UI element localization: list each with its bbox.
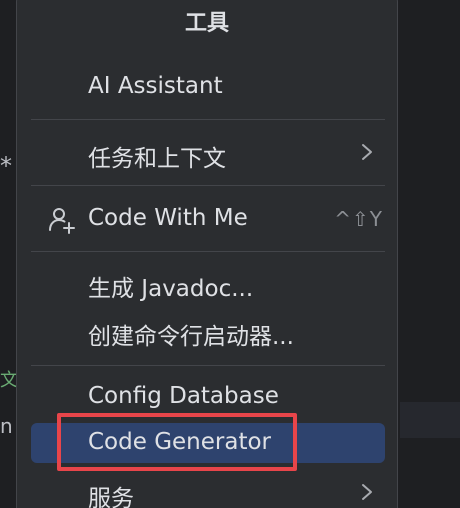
- chevron-right-icon: [362, 144, 372, 160]
- editor-right-area: [400, 0, 460, 508]
- menu-item-label: 服务: [88, 486, 134, 508]
- menu-item-config-database[interactable]: Config Database: [31, 377, 385, 417]
- menu-separator: [31, 185, 385, 186]
- person-add-icon: [49, 208, 75, 234]
- editor-current-line: [400, 402, 460, 438]
- chevron-right-icon: [362, 484, 372, 500]
- tools-popup-menu: 工具 AI Assistant 任务和上下文 Code With Me ^⇧Y: [16, 0, 398, 508]
- menu-item-create-cli-launcher[interactable]: 创建命令行启动器...: [31, 311, 385, 351]
- menu-item-ai-assistant[interactable]: AI Assistant: [31, 67, 385, 107]
- menu-item-code-with-me[interactable]: Code With Me ^⇧Y: [31, 199, 385, 239]
- menu-item-label: Code With Me: [88, 205, 248, 231]
- screen: * 文 n 工具 AI Assistant 任务和上下文 Code With M…: [0, 0, 460, 508]
- menu-separator: [31, 119, 385, 120]
- menu-title: 工具: [184, 11, 229, 36]
- menu-item-generate-javadoc[interactable]: 生成 Javadoc...: [31, 263, 385, 303]
- editor-text: n: [0, 414, 13, 438]
- menu-item-label: Code Generator: [88, 429, 271, 455]
- menu-item-label: 生成 Javadoc...: [88, 276, 254, 302]
- shortcut-hint: ^⇧Y: [334, 207, 383, 231]
- menu-item-tasks-context[interactable]: 任务和上下文: [31, 133, 385, 173]
- menu-separator: [31, 365, 385, 366]
- menu-item-label: 创建命令行启动器...: [88, 324, 294, 350]
- menu-item-label: 任务和上下文: [88, 146, 226, 172]
- menu-item-code-generator[interactable]: Code Generator: [31, 423, 385, 463]
- editor-text: *: [0, 152, 12, 180]
- menu-item-label: Config Database: [88, 383, 279, 409]
- menu-item-services[interactable]: 服务: [31, 473, 385, 508]
- menu-separator: [31, 251, 385, 252]
- menu-item-label: AI Assistant: [88, 73, 223, 99]
